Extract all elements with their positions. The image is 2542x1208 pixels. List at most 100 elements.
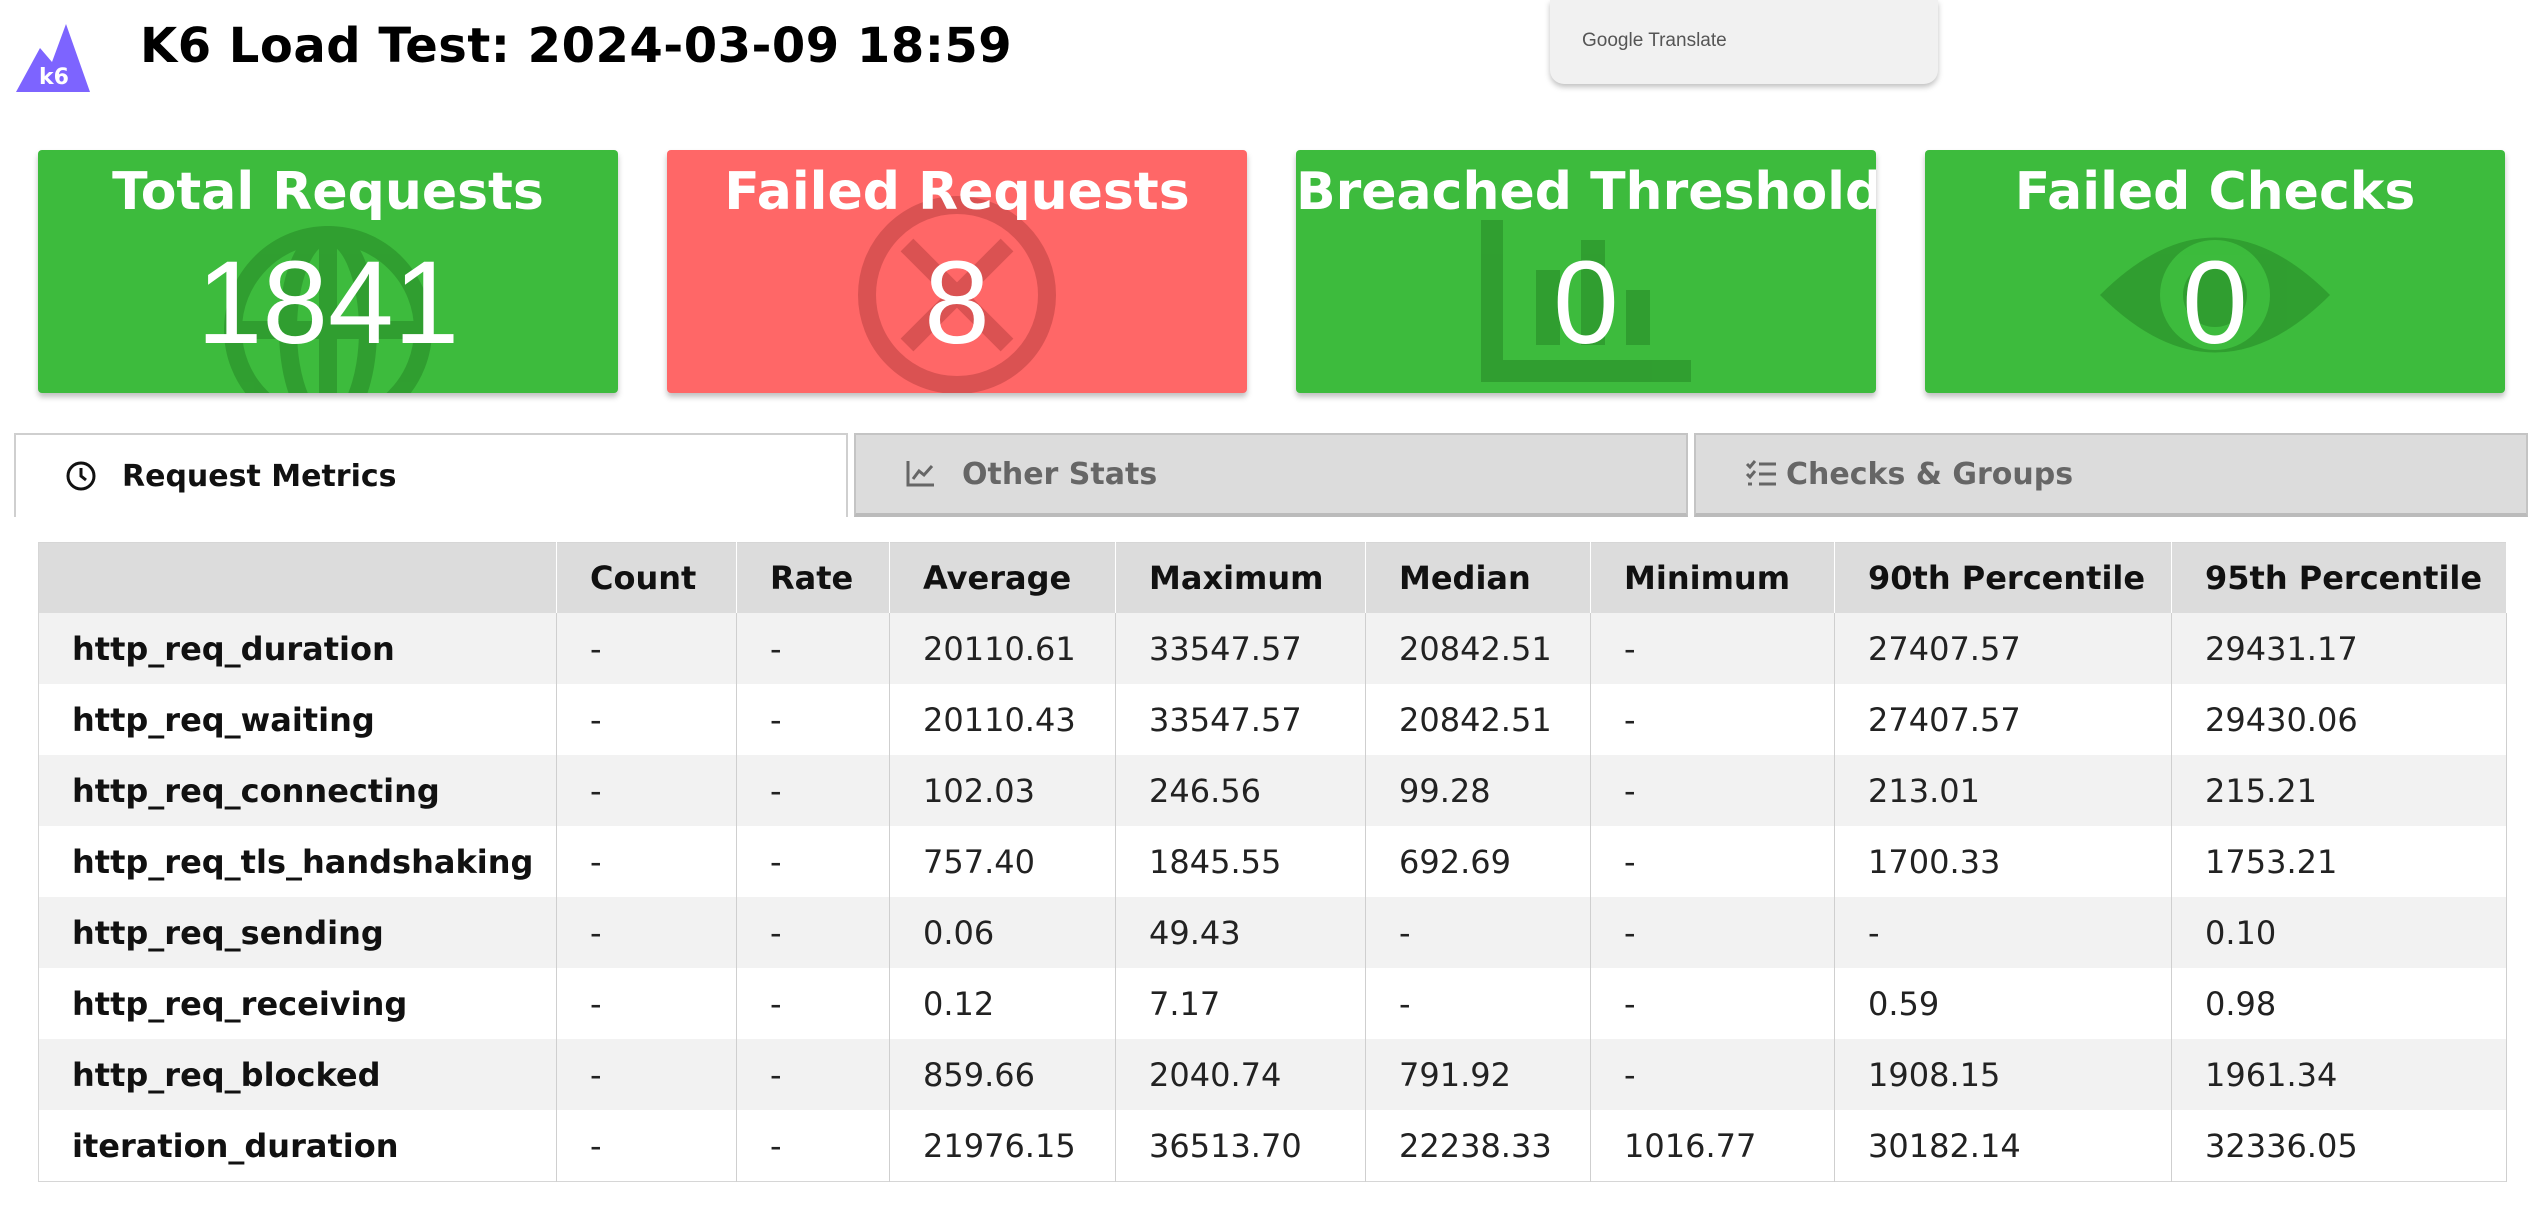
google-translate-label: Google Translate [1582,30,1727,51]
table-cell: - [1365,968,1591,1039]
column-header-maximum[interactable]: Maximum [1115,542,1366,613]
table-cell: 7.17 [1115,968,1366,1039]
table-cell: 29431.17 [2171,613,2507,684]
tab-checks-groups[interactable]: Checks & Groups [1694,433,2528,517]
card-failed-requests: Failed Requests 8 [667,150,1247,393]
table-cell: - [1590,613,1835,684]
table-cell: 0.10 [2171,897,2507,968]
column-header-average[interactable]: Average [889,542,1116,613]
card-value: 0 [1553,237,1619,369]
table-cell: 32336.05 [2171,1110,2507,1182]
table-cell: 30182.14 [1834,1110,2172,1182]
table-cell: - [556,684,737,755]
metric-name-cell: http_req_sending [38,897,557,968]
table-cell: - [556,1110,737,1182]
logo-text: k6 [39,65,69,90]
table-cell: 27407.57 [1834,613,2172,684]
table-cell: 33547.57 [1115,684,1366,755]
card-value: 1841 [196,237,460,369]
column-header-count[interactable]: Count [556,542,737,613]
line-chart-icon [906,461,934,487]
card-title: Failed Requests [724,162,1190,222]
metric-name-cell: http_req_receiving [38,968,557,1039]
google-translate-popup[interactable]: Google Translate [1550,0,1938,84]
table-cell: - [736,613,890,684]
table-cell: 859.66 [889,1039,1116,1110]
table-cell: 20842.51 [1365,613,1591,684]
table-cell: 102.03 [889,755,1116,826]
table-cell: 49.43 [1115,897,1366,968]
card-failed-checks: Failed Checks 0 [1925,150,2505,393]
card-title: Breached Thresholds [1296,162,1876,222]
checklist-icon [1745,460,1776,486]
card-title: Total Requests [112,162,544,222]
table-cell: - [1590,968,1835,1039]
metric-name-cell: http_req_duration [38,613,557,684]
tab-other-stats[interactable]: Other Stats [854,433,1688,517]
table-row: http_req_tls_handshaking - -757.40 1845.55 6… [38,826,2507,897]
tab-request-metrics[interactable]: Request Metrics [14,433,848,517]
metric-name-cell: http_req_connecting [38,755,557,826]
column-header-p90[interactable]: 90th Percentile [1834,542,2172,613]
page-title: K6 Load Test: 2024-03-09 18:59 [140,18,1013,74]
table-row: http_req_duration - -20110.61 33547.57 20842… [38,613,2507,684]
table-cell: - [556,826,737,897]
table-cell: 1961.34 [2171,1039,2507,1110]
table-cell: 0.59 [1834,968,2172,1039]
table-header-row: Count Rate Average Maximum Median Minimu… [38,542,2507,613]
table-cell: 1700.33 [1834,826,2172,897]
table-cell: 246.56 [1115,755,1366,826]
table-row: http_req_connecting - -102.03 246.56 99.28-2… [38,755,2507,826]
table-cell: - [736,1039,890,1110]
table-cell: 0.06 [889,897,1116,968]
table-body: http_req_duration - -20110.61 33547.57 20842… [38,613,2507,1182]
clock-icon [66,461,96,491]
table-cell: 213.01 [1834,755,2172,826]
table-cell: 20842.51 [1365,684,1591,755]
table-cell: 21976.15 [889,1110,1116,1182]
table-cell: 1908.15 [1834,1039,2172,1110]
table-row: http_req_sending - -0.06 49.43- - -0.10 [38,897,2507,968]
table-cell: 0.98 [2171,968,2507,1039]
tab-label: Other Stats [962,456,1158,492]
table-cell: - [556,968,737,1039]
table-cell: - [556,897,737,968]
metric-name-cell: http_req_tls_handshaking [38,826,557,897]
table-cell: 27407.57 [1834,684,2172,755]
column-header-rate[interactable]: Rate [736,542,890,613]
column-header [38,542,557,613]
card-value: 0 [2182,237,2248,369]
table-cell: - [736,755,890,826]
table-cell: - [1590,684,1835,755]
card-title: Failed Checks [2014,162,2416,222]
column-header-minimum[interactable]: Minimum [1590,542,1835,613]
table-cell: 36513.70 [1115,1110,1366,1182]
table-cell: - [556,1039,737,1110]
table-cell: 757.40 [889,826,1116,897]
table-cell: 2040.74 [1115,1039,1366,1110]
card-value: 8 [924,237,990,369]
table-cell: 692.69 [1365,826,1591,897]
table-cell: 20110.43 [889,684,1116,755]
table-cell: - [736,1110,890,1182]
table-cell: - [736,684,890,755]
card-breached-thresholds: Breached Thresholds 0 [1296,150,1876,393]
k6-logo: k6 [16,24,90,92]
table-row: http_req_waiting - -20110.43 33547.57 20842.… [38,684,2507,755]
table-cell: - [1834,897,2172,968]
tab-bar: Request Metrics Other Stats Checks & Gro… [14,433,2528,519]
tab-label: Checks & Groups [1786,456,2074,492]
table-cell: 1016.77 [1590,1110,1835,1182]
table-cell: 791.92 [1365,1039,1591,1110]
tab-label: Request Metrics [122,458,397,494]
card-total-requests: Total Requests 1841 [38,150,618,393]
column-header-p95[interactable]: 95th Percentile [2171,542,2507,613]
table-row: iteration_duration - -21976.15 36513.70 2223… [38,1110,2507,1182]
metric-name-cell: http_req_blocked [38,1039,557,1110]
table-row: http_req_blocked - -859.66 2040.74 791.92-19… [38,1039,2507,1110]
table-cell: - [1365,897,1591,968]
table-cell: 215.21 [2171,755,2507,826]
column-header-median[interactable]: Median [1365,542,1591,613]
table-row: http_req_receiving - -0.12 7.17- -0.59 0.98 [38,968,2507,1039]
table-cell: - [736,897,890,968]
